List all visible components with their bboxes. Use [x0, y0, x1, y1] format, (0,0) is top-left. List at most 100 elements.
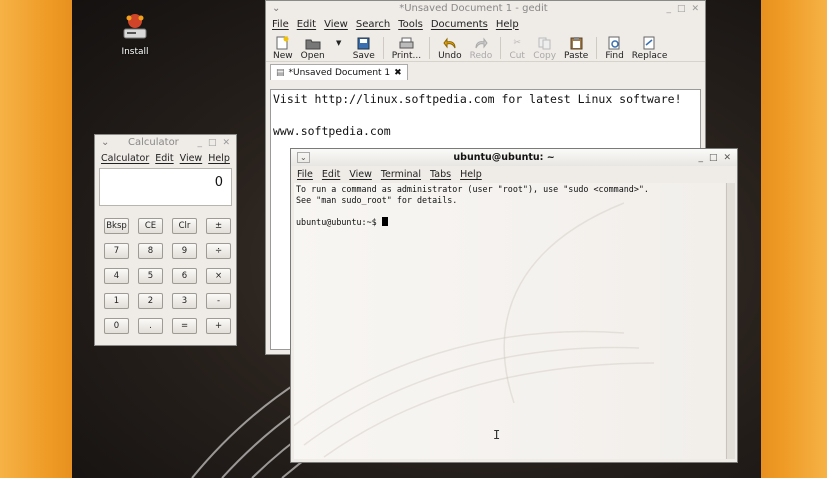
- printer-icon: [398, 36, 414, 50]
- install-label: Install: [121, 47, 149, 57]
- replace-button[interactable]: Replace: [629, 36, 671, 61]
- menu-view[interactable]: View: [349, 169, 372, 180]
- replace-label: Replace: [631, 51, 668, 61]
- calculator-window[interactable]: ⌄ Calculator _ □ ✕ Calculator Edit View …: [94, 134, 237, 346]
- print-button[interactable]: Print...: [389, 36, 424, 61]
- cut-button[interactable]: ✂ Cut: [506, 36, 528, 61]
- undo-icon: [442, 36, 458, 50]
- save-button[interactable]: Save: [350, 36, 378, 61]
- key-clear-entry[interactable]: CE: [138, 218, 163, 234]
- undo-button[interactable]: Undo: [435, 36, 465, 61]
- menu-edit[interactable]: Edit: [155, 153, 173, 164]
- menu-calculator[interactable]: Calculator: [101, 153, 149, 164]
- minimize-icon[interactable]: _: [197, 138, 202, 148]
- chevron-down-icon: ▼: [335, 39, 342, 47]
- open-dropdown[interactable]: ▼: [330, 36, 348, 61]
- find-button[interactable]: Find: [602, 36, 626, 61]
- key-equals[interactable]: =: [172, 318, 197, 334]
- maximize-icon[interactable]: □: [677, 4, 686, 14]
- calculator-display: 0: [99, 168, 232, 206]
- key-divide[interactable]: ÷: [206, 243, 231, 259]
- document-icon: ▤: [276, 67, 285, 78]
- gedit-toolbar: New Open ▼ Save Print... Undo Redo ✂ Cut…: [266, 32, 705, 62]
- key-1[interactable]: 1: [104, 293, 129, 309]
- right-frame: [761, 0, 827, 478]
- terminal-window[interactable]: ⌄ ubuntu@ubuntu: ~ _ □ ✕ File Edit View …: [290, 148, 738, 463]
- toolbar-separator: [596, 37, 598, 59]
- tab-close-icon[interactable]: ✖: [394, 68, 402, 78]
- menu-tools[interactable]: Tools: [398, 19, 423, 30]
- new-button[interactable]: New: [270, 36, 296, 61]
- menu-edit[interactable]: Edit: [297, 19, 316, 30]
- find-icon: [607, 36, 623, 50]
- redo-button[interactable]: Redo: [467, 36, 496, 61]
- key-9[interactable]: 9: [172, 243, 197, 259]
- menu-edit[interactable]: Edit: [322, 169, 340, 180]
- key-5[interactable]: 5: [138, 268, 163, 284]
- menu-help[interactable]: Help: [460, 169, 482, 180]
- folder-open-icon: [305, 36, 321, 50]
- save-icon: [356, 36, 372, 50]
- terminal-scrollbar[interactable]: [726, 183, 735, 459]
- key-6[interactable]: 6: [172, 268, 197, 284]
- key-2[interactable]: 2: [138, 293, 163, 309]
- window-menu-icon[interactable]: ⌄: [297, 152, 310, 163]
- install-drive-icon: [123, 14, 147, 39]
- key-4[interactable]: 4: [104, 268, 129, 284]
- new-label: New: [273, 51, 293, 61]
- key-plus-minus[interactable]: ±: [206, 218, 231, 234]
- paste-label: Paste: [564, 51, 589, 61]
- menu-tabs[interactable]: Tabs: [430, 169, 451, 180]
- gedit-titlebar[interactable]: ⌄ *Unsaved Document 1 - gedit _ □ ✕: [266, 1, 705, 16]
- key-backspace[interactable]: Bksp: [104, 218, 129, 234]
- print-label: Print...: [391, 51, 422, 61]
- document-tab[interactable]: ▤ *Unsaved Document 1 ✖: [270, 64, 408, 80]
- paste-button[interactable]: Paste: [561, 36, 591, 61]
- close-icon[interactable]: ✕: [691, 4, 699, 14]
- key-clear[interactable]: Clr: [172, 218, 197, 234]
- window-menu-icon[interactable]: ⌄: [272, 3, 280, 14]
- minimize-icon[interactable]: _: [698, 153, 703, 163]
- document-tab-label: *Unsaved Document 1: [288, 67, 391, 78]
- terminal-titlebar[interactable]: ⌄ ubuntu@ubuntu: ~ _ □ ✕: [291, 149, 737, 166]
- toolbar-separator: [500, 37, 502, 59]
- key-add[interactable]: +: [206, 318, 231, 334]
- key-subtract[interactable]: -: [206, 293, 231, 309]
- terminal-screen[interactable]: To run a command as administrator (user …: [294, 183, 725, 459]
- key-3[interactable]: 3: [172, 293, 197, 309]
- replace-icon: [642, 36, 658, 50]
- gedit-title: *Unsaved Document 1 - gedit: [399, 3, 548, 14]
- menu-view[interactable]: View: [180, 153, 203, 164]
- key-decimal[interactable]: .: [138, 318, 163, 334]
- copy-button[interactable]: Copy: [530, 36, 559, 61]
- editor-line: www.softpedia.com: [273, 124, 391, 138]
- menu-view[interactable]: View: [324, 19, 348, 30]
- menu-documents[interactable]: Documents: [431, 19, 488, 30]
- key-multiply[interactable]: ×: [206, 268, 231, 284]
- maximize-icon[interactable]: □: [208, 138, 217, 148]
- minimize-icon[interactable]: _: [666, 4, 671, 14]
- menu-file[interactable]: File: [297, 169, 313, 180]
- left-frame: [0, 0, 72, 478]
- open-label: Open: [300, 51, 325, 61]
- menu-search[interactable]: Search: [356, 19, 390, 30]
- maximize-icon[interactable]: □: [709, 153, 718, 163]
- key-8[interactable]: 8: [138, 243, 163, 259]
- desktop-install-icon[interactable]: Install: [110, 12, 160, 57]
- open-button[interactable]: Open: [298, 36, 328, 61]
- terminal-title: ubuntu@ubuntu: ~: [453, 152, 555, 163]
- calculator-keypad: Bksp CE Clr ± 7 8 9 ÷ 4 5 6 × 1 2 3 - 0 …: [95, 206, 236, 334]
- close-icon[interactable]: ✕: [222, 138, 230, 148]
- menu-help[interactable]: Help: [496, 19, 519, 30]
- ibeam-cursor-icon: I: [493, 428, 501, 442]
- key-0[interactable]: 0: [104, 318, 129, 334]
- menu-terminal[interactable]: Terminal: [381, 169, 421, 180]
- copy-label: Copy: [533, 51, 557, 61]
- save-label: Save: [352, 51, 375, 61]
- menu-help[interactable]: Help: [208, 153, 230, 164]
- calculator-titlebar[interactable]: ⌄ Calculator _ □ ✕: [95, 135, 236, 150]
- close-icon[interactable]: ✕: [723, 153, 731, 163]
- menu-file[interactable]: File: [272, 19, 289, 30]
- key-7[interactable]: 7: [104, 243, 129, 259]
- window-menu-icon[interactable]: ⌄: [101, 137, 109, 148]
